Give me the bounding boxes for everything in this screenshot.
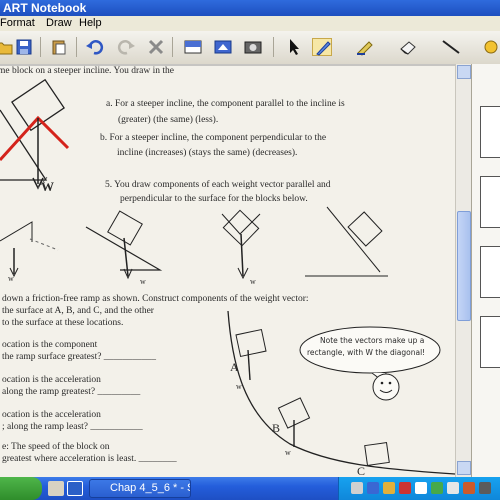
- page-text-question-b-line2: along the ramp greatest? _________: [2, 387, 141, 397]
- ramp-label-c: C: [357, 464, 366, 477]
- page-text-question-c: ocation is the acceleration: [2, 410, 101, 420]
- label-w-1: w: [8, 274, 14, 283]
- highlighter-icon[interactable]: [355, 38, 375, 56]
- tray-icon[interactable]: [447, 482, 459, 494]
- menu-bar: Format Draw Help: [0, 16, 500, 31]
- scroll-down-button[interactable]: [457, 461, 471, 475]
- save-icon[interactable]: [14, 38, 34, 56]
- page-text-item-a-options: (greater) (the same) (less).: [118, 115, 219, 125]
- scroll-thumb[interactable]: [457, 211, 471, 321]
- page-thumbnail[interactable]: [480, 316, 500, 368]
- page-text-ramp-line2: the surface at A, B, and C, and the othe…: [2, 306, 154, 316]
- menu-format[interactable]: Format: [0, 16, 35, 31]
- toolbar-separator: [172, 37, 173, 57]
- redo-icon[interactable]: [116, 38, 136, 56]
- page-text-question-a-line2: the ramp surface greatest? ___________: [2, 352, 157, 362]
- system-tray: [338, 477, 500, 500]
- incline-diagram-3: [221, 209, 261, 280]
- page-text-question-c-line2: ; along the ramp least? ___________: [2, 422, 143, 432]
- toolbar-separator: [273, 37, 274, 57]
- window-title-bar: ART Notebook: [0, 0, 500, 16]
- tray-icon[interactable]: [479, 482, 491, 494]
- tray-icon[interactable]: [351, 482, 363, 494]
- bubble-text-line2: rectangle, with W the diagonal!: [307, 348, 426, 357]
- taskbar: Chap 4_5_6 * - SMA...: [0, 477, 500, 500]
- tray-icon[interactable]: [415, 482, 427, 494]
- shapes-icon[interactable]: [483, 38, 500, 56]
- notebook-page[interactable]: me block on a steeper incline. You draw …: [0, 64, 455, 477]
- page-text-question-b: ocation is the acceleration: [2, 375, 101, 385]
- page-thumbnail[interactable]: [480, 176, 500, 228]
- quick-launch-icon[interactable]: [48, 481, 64, 496]
- menu-help[interactable]: Help: [79, 16, 102, 31]
- page-text-question-d-line2: greatest where acceleration is least. __…: [2, 454, 177, 464]
- label-w-4: w: [236, 382, 242, 391]
- eraser-icon[interactable]: [398, 38, 418, 56]
- page-thumbnail[interactable]: [480, 246, 500, 298]
- ramp-label-a: A: [230, 360, 239, 374]
- toolbar-separator: [76, 37, 77, 57]
- capture-icon[interactable]: [213, 38, 233, 56]
- steep-incline-figure: [0, 78, 70, 190]
- bubble-text-line1: Note the vectors make up a: [320, 336, 425, 345]
- task-label: Chap 4_5_6 * - SMA...: [110, 482, 190, 494]
- label-w-5: w: [285, 448, 291, 457]
- delete-icon[interactable]: [146, 38, 166, 56]
- page-text-q5: 5. You draw components of each weight ve…: [105, 180, 331, 190]
- incline-diagram-4: [305, 206, 388, 277]
- tray-icon[interactable]: [367, 482, 379, 494]
- word-icon[interactable]: [67, 481, 83, 496]
- page-text-item-b-options: incline (increases) (stays the same) (de…: [117, 148, 298, 158]
- toolbar: [0, 31, 500, 65]
- label-w-2: w: [140, 277, 146, 286]
- paste-icon[interactable]: [49, 38, 69, 56]
- label-weight-w: W: [41, 179, 54, 194]
- undo-icon[interactable]: [85, 38, 105, 56]
- open-icon[interactable]: [0, 38, 14, 56]
- page-text-ramp-line3: to the surface at these locations.: [2, 318, 124, 328]
- tray-icon[interactable]: [431, 482, 443, 494]
- toolbar-separator: [40, 37, 41, 57]
- tray-icon[interactable]: [383, 482, 395, 494]
- incline-diagram-2: [85, 210, 163, 280]
- window-title: ART Notebook: [3, 1, 87, 15]
- page-thumbnail[interactable]: [480, 106, 500, 158]
- pen-icon[interactable]: [312, 38, 332, 56]
- task-smart-notebook[interactable]: Chap 4_5_6 * - SMA...: [89, 479, 191, 498]
- select-arrow-icon[interactable]: [284, 38, 304, 56]
- page-text-question-d: e: The speed of the block on: [2, 442, 110, 452]
- record-icon[interactable]: [243, 38, 263, 56]
- line-icon[interactable]: [441, 38, 461, 56]
- tray-icon[interactable]: [399, 482, 411, 494]
- page-sorter-panel: [471, 64, 500, 477]
- page-text-ramp: down a friction-free ramp as shown. Cons…: [2, 294, 309, 304]
- start-button[interactable]: [0, 477, 42, 500]
- page-text-item-a: a. For a steeper incline, the component …: [106, 99, 345, 109]
- incline-diagram-1: [0, 221, 59, 278]
- page-text-q5-line2: perpendicular to the surface for the blo…: [120, 194, 308, 204]
- page-text-question-a: ocation is the component: [2, 340, 98, 350]
- page-text-top: me block on a steeper incline. You draw …: [0, 66, 174, 76]
- tray-icon[interactable]: [463, 482, 475, 494]
- label-w-3: w: [250, 277, 256, 286]
- page-text-item-b: b. For a steeper incline, the component …: [100, 133, 327, 143]
- screen-shade-icon[interactable]: [183, 38, 203, 56]
- vertical-scrollbar[interactable]: [455, 64, 472, 477]
- scroll-up-button[interactable]: [457, 65, 471, 79]
- menu-draw[interactable]: Draw: [46, 16, 72, 31]
- ramp-label-b: B: [272, 421, 281, 435]
